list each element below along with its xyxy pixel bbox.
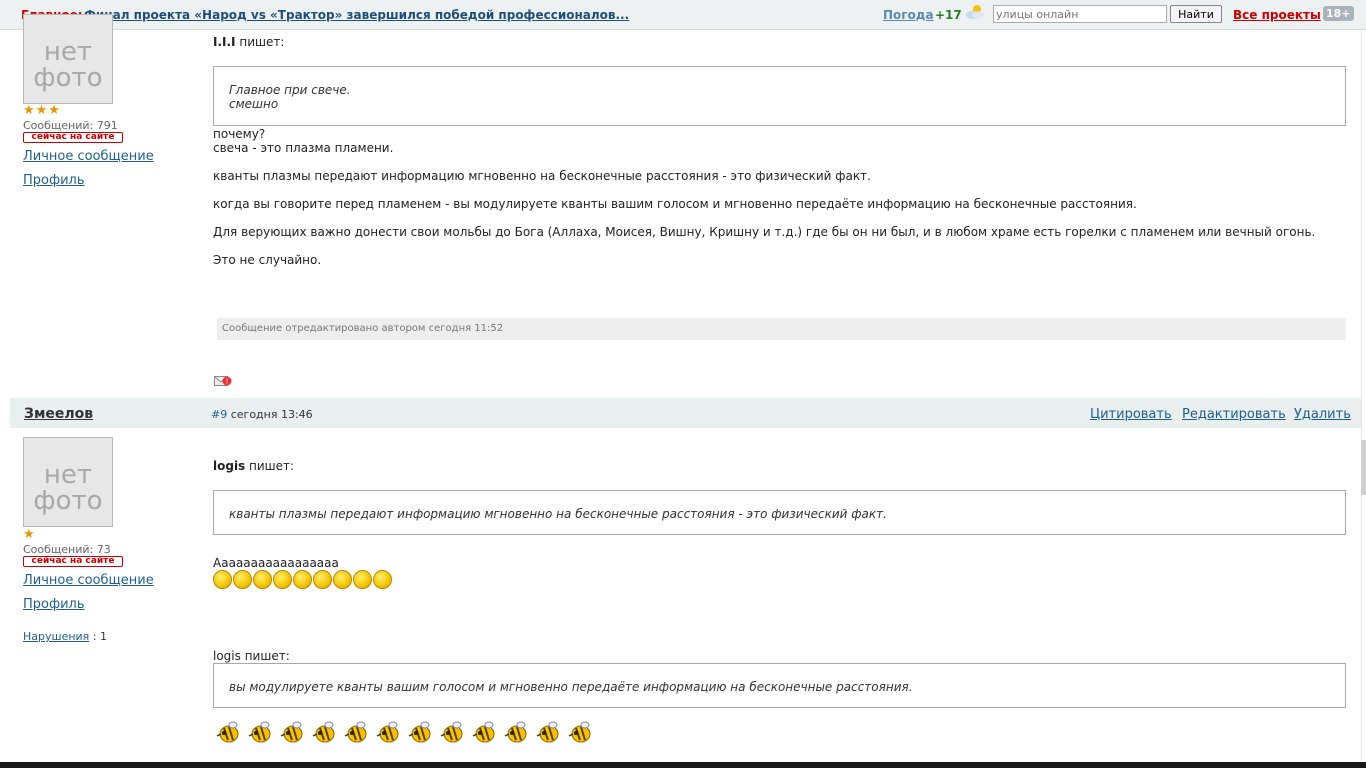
bee-icon — [504, 721, 527, 743]
age-rating-badge: 18+ — [1323, 6, 1354, 21]
avatar: нет фото — [23, 14, 113, 104]
bee-icon — [536, 721, 559, 743]
post-text-line: свеча - это плазма пламени. — [213, 141, 394, 155]
svg-text:!: ! — [226, 378, 229, 386]
search-input[interactable] — [993, 5, 1167, 23]
violations-link[interactable]: Нарушения — [23, 630, 89, 643]
top-bar: Главное: Финал проекта «Народ vs «Тракто… — [0, 0, 1366, 30]
bee-icon — [568, 721, 591, 743]
weather-link[interactable]: Погода — [883, 8, 934, 22]
delete-button[interactable]: Удалить — [1294, 407, 1351, 422]
profile-link[interactable]: Профиль — [23, 173, 85, 188]
violations-line: Нарушения : 1 — [23, 630, 107, 643]
post-timestamp: сегодня 13:46 — [230, 408, 313, 421]
writes-label: пишет: — [239, 35, 285, 49]
quote-box: вы модулируете кванты вашим голосом и мг… — [213, 663, 1346, 708]
temperature-value: +17 — [935, 8, 962, 22]
quote-line: вы модулируете кванты вашим голосом и мг… — [229, 680, 913, 694]
quote-header: logis пишет: — [213, 649, 290, 663]
scrollbar-track[interactable] — [1361, 30, 1366, 768]
quote-box: кванты плазмы передают информацию мгнове… — [213, 490, 1346, 535]
quote-author-line: I.I.I пишет: — [213, 35, 284, 49]
quote-line: смешно — [229, 97, 279, 111]
smiley-icon — [353, 570, 372, 589]
smiley-icon — [273, 570, 292, 589]
quote-line: Главное при свече. — [229, 83, 351, 97]
post-meta: #9 сегодня 13:46 — [211, 408, 313, 421]
quote-author-line: logis пишет: — [213, 459, 294, 473]
main-news-link[interactable]: Финал проекта «Народ vs «Трактор» заверш… — [84, 8, 629, 22]
bee-icon — [216, 721, 239, 743]
quote-author: logis — [213, 459, 246, 473]
quote-author: I.I.I — [213, 35, 236, 49]
scrollbar-thumb[interactable] — [1361, 440, 1366, 495]
quote-button[interactable]: Цитировать — [1090, 407, 1172, 422]
violations-count: : 1 — [92, 630, 107, 643]
online-badge: сейчас на сайте — [23, 556, 123, 567]
bee-icon — [376, 721, 399, 743]
avatar: нет фото — [23, 437, 113, 527]
smiley-icon — [313, 570, 332, 589]
messages-count: Сообщений: 791 — [23, 119, 118, 132]
post-text-line: Это не случайно. — [213, 253, 322, 267]
bee-icon — [344, 721, 367, 743]
smiley-icon — [213, 570, 232, 589]
quote-box: Главное при свече. смешно — [213, 66, 1346, 126]
smiley-icon — [293, 570, 312, 589]
bee-icon — [472, 721, 495, 743]
smiley-icon — [373, 570, 392, 589]
find-button[interactable]: Найти — [1170, 5, 1222, 23]
rating-stars: ★ — [23, 527, 36, 542]
private-message-link[interactable]: Личное сообщение — [23, 149, 154, 164]
bee-icon — [408, 721, 431, 743]
post-text-line: когда вы говорите перед пламенем - вы мо… — [213, 197, 1137, 211]
post-text-line: почему? — [213, 127, 266, 141]
report-mail-icon[interactable]: ! — [214, 375, 232, 387]
online-badge: сейчас на сайте — [23, 132, 123, 143]
all-projects-link[interactable]: Все проекты — [1233, 8, 1321, 22]
reply-text: Ааааааааааааааааа — [213, 556, 339, 570]
quote-line: кванты плазмы передают информацию мгнове… — [229, 507, 887, 521]
bee-icon — [280, 721, 303, 743]
bee-icon — [248, 721, 271, 743]
post-text-line: Для верующих важно донести свои мольбы д… — [213, 225, 1316, 239]
smiley-icon — [333, 570, 352, 589]
bee-icon — [312, 721, 335, 743]
post-number-link[interactable]: #9 — [211, 408, 227, 421]
bee-icon — [440, 721, 463, 743]
post-author-link[interactable]: Змеелов — [24, 406, 93, 422]
messages-count: Сообщений: 73 — [23, 543, 111, 556]
rating-stars: ★★★ — [23, 103, 61, 118]
cloud-sun-icon — [966, 5, 984, 19]
avatar-placeholder-text: нет фото — [33, 460, 103, 516]
post-text-line: кванты плазмы передают информацию мгнове… — [213, 169, 871, 183]
smiley-icon — [233, 570, 252, 589]
writes-label: пишет: — [249, 459, 295, 473]
profile-link[interactable]: Профиль — [23, 597, 85, 612]
private-message-link[interactable]: Личное сообщение — [23, 573, 154, 588]
edited-note: Сообщение отредактировано автором сегодн… — [217, 318, 1346, 340]
edit-button[interactable]: Редактировать — [1182, 407, 1286, 422]
smiley-icon — [253, 570, 272, 589]
avatar-placeholder-text: нет фото — [33, 37, 103, 93]
taskbar-edge — [0, 762, 1366, 768]
